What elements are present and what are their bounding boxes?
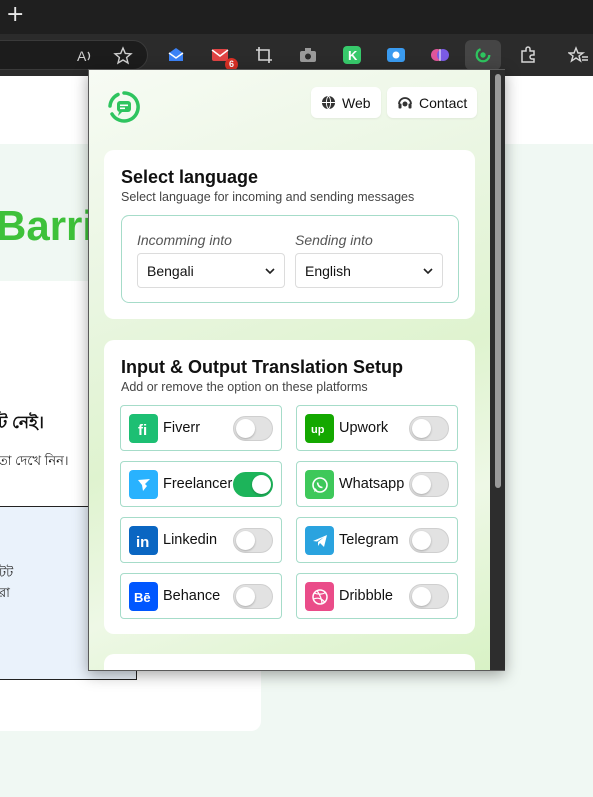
read-aloud-icon[interactable]: A — [75, 46, 95, 71]
bengali-box-line: টট — [0, 565, 14, 580]
globe-icon — [321, 95, 336, 110]
svg-text:fi: fi — [138, 422, 147, 438]
translator-extension-icon[interactable] — [465, 40, 501, 70]
chevron-down-icon — [423, 267, 433, 274]
address-bar[interactable]: A — [0, 40, 148, 70]
linkedin-icon: in — [129, 526, 158, 555]
mail-icon[interactable]: 6 — [208, 43, 238, 71]
freelancer-toggle[interactable] — [233, 472, 273, 497]
language-selector-group: Incomming into Sending into Bengali Engl… — [121, 215, 459, 303]
platform-name: Telegram — [339, 532, 399, 548]
favorites-icon[interactable] — [566, 43, 590, 67]
contact-button-label: Contact — [419, 94, 468, 111]
chevron-down-icon — [265, 267, 275, 274]
behance-icon: Bē — [129, 582, 158, 611]
k-app-icon[interactable]: K — [340, 43, 364, 67]
extension-popup: Web Contact Select language Select langu… — [88, 69, 505, 671]
platform-name: Behance — [163, 588, 221, 604]
platforms-card-subtitle: Add or remove the option on these platfo… — [121, 380, 368, 394]
popup-content: Web Contact Select language Select langu… — [89, 70, 490, 670]
behance-toggle[interactable] — [233, 584, 273, 609]
contact-button[interactable]: Contact — [387, 87, 478, 118]
platform-freelancer: Freelancer — [120, 461, 282, 507]
platform-name: Linkedin — [163, 532, 218, 548]
incoming-language-select[interactable]: Bengali — [137, 253, 285, 288]
platform-dribbble: Dribbble — [296, 573, 458, 619]
svg-text:in: in — [136, 534, 149, 550]
sending-language-value: English — [305, 262, 351, 279]
screenshot-crop-icon[interactable] — [252, 43, 276, 67]
brain-icon[interactable] — [428, 43, 452, 67]
web-button-label: Web — [342, 94, 371, 111]
scrollbar-thumb[interactable] — [495, 74, 501, 488]
whatsapp-toggle[interactable] — [409, 472, 449, 497]
next-section-card — [104, 654, 475, 670]
platforms-card: Input & Output Translation Setup Add or … — [104, 340, 475, 634]
popup-scrollbar[interactable] — [491, 70, 505, 670]
platform-linkedin: in Linkedin — [120, 517, 282, 563]
incoming-language-value: Bengali — [147, 262, 194, 279]
platform-name: Freelancer — [163, 476, 233, 492]
tab-strip: + — [0, 0, 593, 34]
platform-name: Upwork — [339, 420, 389, 436]
svg-text:Bē: Bē — [134, 590, 151, 605]
sending-language-select[interactable]: English — [295, 253, 443, 288]
platform-whatsapp: Whatsapp — [296, 461, 458, 507]
web-button[interactable]: Web — [311, 87, 381, 118]
sending-label: Sending into — [295, 232, 373, 248]
platforms-card-title: Input & Output Translation Setup — [121, 357, 403, 377]
favorite-star-icon[interactable] — [113, 46, 133, 71]
screen-record-icon[interactable] — [384, 43, 408, 67]
language-card: Select language Select language for inco… — [104, 150, 475, 319]
camera-icon[interactable] — [296, 43, 320, 67]
platform-name: Dribbble — [339, 588, 393, 604]
platform-behance: Bē Behance — [120, 573, 282, 619]
freelancer-icon — [129, 470, 158, 499]
inbox-icon[interactable] — [164, 43, 188, 67]
platform-telegram: Telegram — [296, 517, 458, 563]
platform-name: Whatsapp — [339, 476, 405, 492]
headset-icon — [398, 96, 412, 108]
upwork-icon: up — [305, 414, 334, 443]
platform-name: Fiverr — [163, 420, 201, 436]
dribbble-icon — [305, 582, 334, 611]
telegram-toggle[interactable] — [409, 528, 449, 553]
bengali-paragraph: তা দেখে নিন। — [0, 453, 69, 468]
bengali-heading: ট নেই। — [0, 413, 44, 432]
svg-text:K: K — [348, 48, 358, 63]
platform-fiverr: fi Fiverr — [120, 405, 282, 451]
telegram-icon — [305, 526, 334, 555]
platform-upwork: up Upwork — [296, 405, 458, 451]
bengali-box-line: রা — [0, 585, 10, 600]
fiverr-toggle[interactable] — [233, 416, 273, 441]
upwork-toggle[interactable] — [409, 416, 449, 441]
dribbble-toggle[interactable] — [409, 584, 449, 609]
puzzle-icon[interactable] — [516, 43, 540, 67]
new-tab-button[interactable]: + — [6, 4, 24, 26]
incoming-label: Incomming into — [137, 232, 232, 248]
svg-text:up: up — [311, 424, 325, 436]
app-logo-icon — [108, 91, 140, 123]
linkedin-toggle[interactable] — [233, 528, 273, 553]
language-card-title: Select language — [121, 167, 259, 187]
language-card-subtitle: Select language for incoming and sending… — [121, 190, 415, 204]
fiverr-icon: fi — [129, 414, 158, 443]
whatsapp-icon — [305, 470, 334, 499]
svg-text:A: A — [77, 48, 87, 64]
